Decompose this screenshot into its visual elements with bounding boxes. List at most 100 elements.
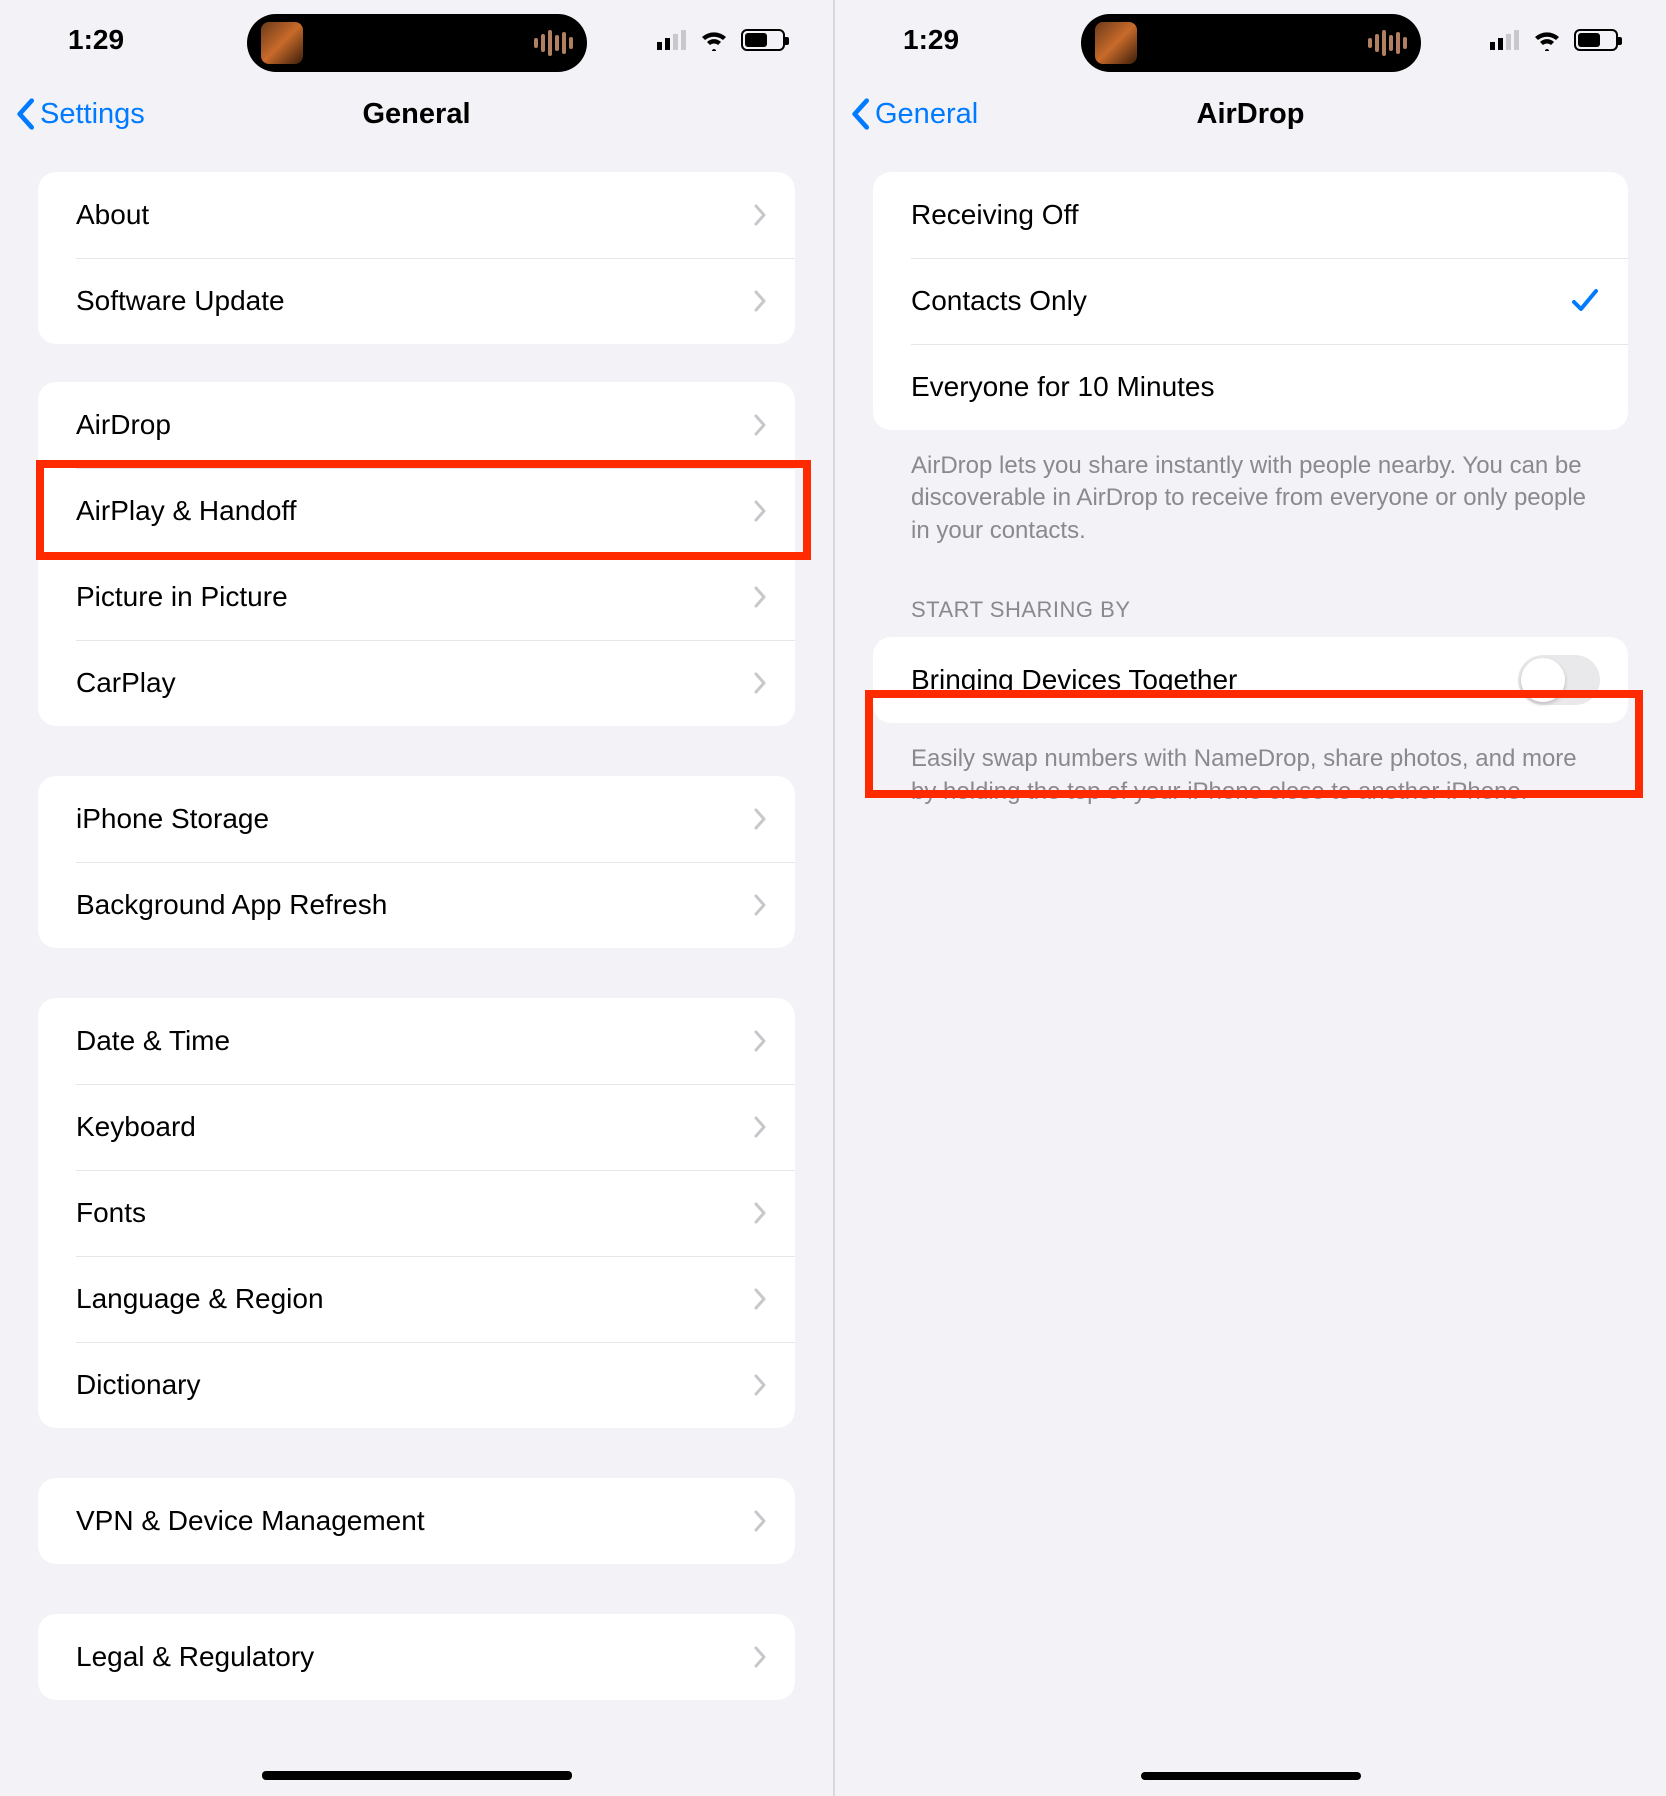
row-language-region[interactable]: Language & Region [38,1256,795,1342]
row-label: About [76,199,149,231]
row-software-update[interactable]: Software Update [38,258,795,344]
toggle-bringing-devices[interactable] [1518,655,1600,705]
navbar: Settings General [0,80,833,148]
group-about: About Software Update [38,172,795,344]
row-label: AirPlay & Handoff [76,495,297,527]
chevron-right-icon [753,1645,767,1669]
home-indicator[interactable] [262,1771,572,1780]
row-bringing-devices-together[interactable]: Bringing Devices Together [873,637,1628,723]
group-receiving: Receiving Off Contacts Only Everyone for… [873,172,1628,430]
row-airplay-handoff[interactable]: AirPlay & Handoff [38,468,795,554]
wifi-icon [1532,29,1562,51]
row-keyboard[interactable]: Keyboard [38,1084,795,1170]
chevron-left-icon [849,98,871,130]
row-label: Legal & Regulatory [76,1641,314,1673]
row-about[interactable]: About [38,172,795,258]
row-label: Picture in Picture [76,581,288,613]
group-legal: Legal & Regulatory [38,1614,795,1700]
dynamic-island[interactable] [1081,14,1421,72]
chevron-left-icon [14,98,36,130]
chevron-right-icon [753,413,767,437]
back-button[interactable]: Settings [14,98,145,131]
battery-icon [1574,29,1618,51]
checkmark-icon [1570,286,1600,316]
cellular-icon [1490,30,1520,50]
cellular-icon [657,30,687,50]
audio-wave-icon [534,28,573,58]
row-label: Dictionary [76,1369,200,1401]
wifi-icon [699,29,729,51]
row-label: Software Update [76,285,285,317]
back-label: Settings [40,98,145,131]
chevron-right-icon [753,585,767,609]
status-bar: 1:29 [835,0,1666,80]
toggle-knob [1521,658,1565,702]
row-label: Background App Refresh [76,889,387,921]
row-background-app-refresh[interactable]: Background App Refresh [38,862,795,948]
chevron-right-icon [753,203,767,227]
row-label: Receiving Off [911,199,1079,231]
general-content: About Software Update AirDrop AirPlay & … [0,148,833,1700]
row-label: iPhone Storage [76,803,269,835]
phone-general: 1:29 Settings General [0,0,833,1796]
row-date-time[interactable]: Date & Time [38,998,795,1084]
row-iphone-storage[interactable]: iPhone Storage [38,776,795,862]
chevron-right-icon [753,1373,767,1397]
row-receiving-off[interactable]: Receiving Off [873,172,1628,258]
group-sharing: Bringing Devices Together [873,637,1628,723]
now-playing-art [1095,22,1137,64]
group-airdrop: AirDrop AirPlay & Handoff Picture in Pic… [38,382,795,726]
sharing-footer: Easily swap numbers with NameDrop, share… [873,743,1628,808]
audio-wave-icon [1368,28,1407,58]
dynamic-island[interactable] [247,14,587,72]
phone-airdrop: 1:29 General AirDrop [833,0,1666,1796]
row-label: Bringing Devices Together [911,664,1237,696]
status-bar: 1:29 [0,0,833,80]
row-carplay[interactable]: CarPlay [38,640,795,726]
row-label: Contacts Only [911,285,1087,317]
row-picture-in-picture[interactable]: Picture in Picture [38,554,795,640]
row-contacts-only[interactable]: Contacts Only [873,258,1628,344]
row-vpn-device-management[interactable]: VPN & Device Management [38,1478,795,1564]
row-label: VPN & Device Management [76,1505,425,1537]
airdrop-content: Receiving Off Contacts Only Everyone for… [835,148,1666,808]
home-indicator[interactable] [1141,1772,1361,1780]
receiving-footer: AirDrop lets you share instantly with pe… [873,450,1628,547]
page-title: General [363,98,471,131]
chevron-right-icon [753,807,767,831]
battery-icon [741,29,785,51]
group-storage: iPhone Storage Background App Refresh [38,776,795,948]
back-label: General [875,98,978,131]
status-time: 1:29 [903,24,1023,56]
chevron-right-icon [753,1509,767,1533]
row-label: Everyone for 10 Minutes [911,371,1215,403]
status-time: 1:29 [68,24,188,56]
row-label: Language & Region [76,1283,324,1315]
chevron-right-icon [753,893,767,917]
back-button[interactable]: General [849,98,978,131]
chevron-right-icon [753,1115,767,1139]
status-icons [657,29,785,51]
chevron-right-icon [753,1201,767,1225]
chevron-right-icon [753,289,767,313]
page-title: AirDrop [1197,98,1305,131]
chevron-right-icon [753,499,767,523]
row-label: CarPlay [76,667,176,699]
group-datetime: Date & Time Keyboard Fonts Language & Re… [38,998,795,1428]
row-fonts[interactable]: Fonts [38,1170,795,1256]
group-vpn: VPN & Device Management [38,1478,795,1564]
row-airdrop[interactable]: AirDrop [38,382,795,468]
chevron-right-icon [753,1029,767,1053]
now-playing-art [261,22,303,64]
row-label: Fonts [76,1197,146,1229]
row-label: Date & Time [76,1025,230,1057]
row-label: Keyboard [76,1111,196,1143]
row-legal-regulatory[interactable]: Legal & Regulatory [38,1614,795,1700]
chevron-right-icon [753,671,767,695]
row-label: AirDrop [76,409,171,441]
chevron-right-icon [753,1287,767,1311]
status-icons [1490,29,1618,51]
navbar: General AirDrop [835,80,1666,148]
row-everyone-10-minutes[interactable]: Everyone for 10 Minutes [873,344,1628,430]
row-dictionary[interactable]: Dictionary [38,1342,795,1428]
